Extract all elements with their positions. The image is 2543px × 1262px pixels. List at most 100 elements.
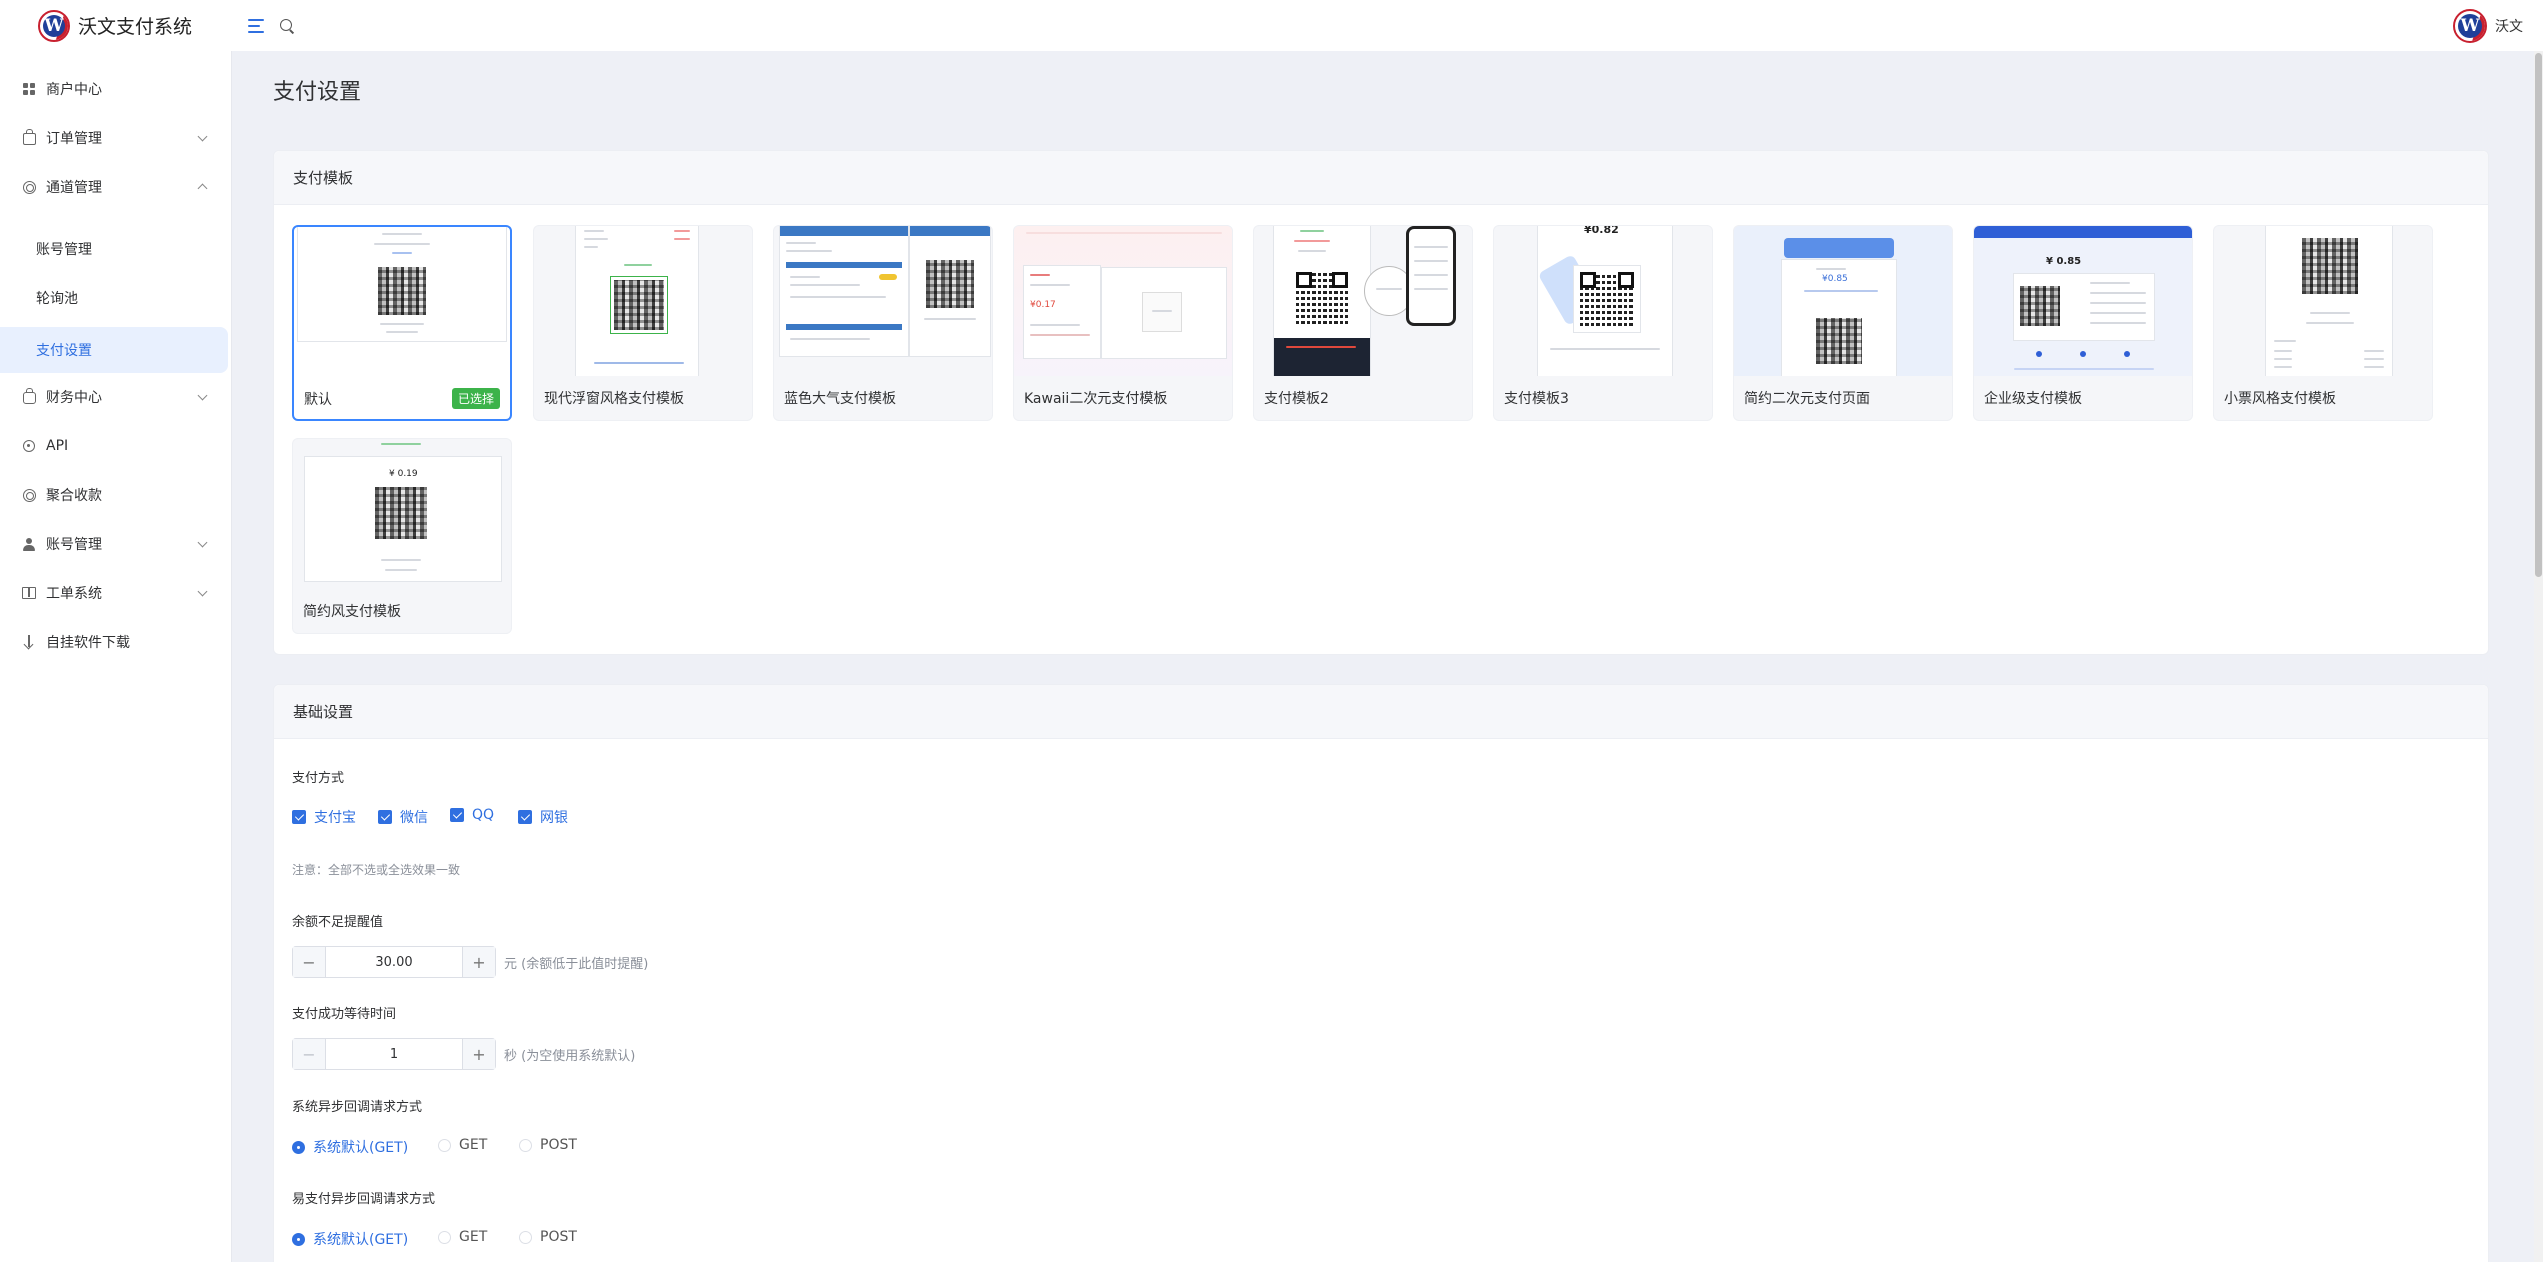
kawaii-amount: ¥0.17	[1030, 300, 1056, 310]
increment-button[interactable]: +	[462, 947, 495, 977]
anime-amount: ¥0.85	[1822, 274, 1848, 284]
epay-callback-label: 易支付异步回调请求方式	[292, 1192, 436, 1207]
sidebar-item-polling-pool[interactable]: 轮询池	[0, 278, 232, 318]
wait-time-stepper[interactable]: − 1 +	[292, 1038, 496, 1070]
sidebar-item-label: 自挂软件下载	[46, 635, 130, 651]
radio-epay-post[interactable]: POST	[519, 1229, 577, 1245]
radio-unselected-icon	[519, 1138, 532, 1152]
increment-button[interactable]: +	[462, 1039, 495, 1069]
sidebar-item-label: 轮询池	[36, 291, 78, 307]
wait-time-unit: 秒 (为空使用系统默认)	[504, 1049, 636, 1064]
checkbox-checked-icon	[292, 810, 306, 824]
sidebar-item-merchant-center[interactable]: 商户中心	[0, 69, 232, 109]
template-tile-default[interactable]: 默认 已选择	[292, 225, 512, 421]
sidebar-item-aggregate[interactable]: 聚合收款	[0, 475, 232, 515]
template-name: 简约风支付模板	[303, 604, 401, 620]
pay-method-note: 注意：全部不选或全选效果一致	[292, 863, 461, 877]
sys-callback-label: 系统异步回调请求方式	[292, 1100, 423, 1115]
sidebar-item-label: 通道管理	[46, 180, 102, 196]
template-name: 简约二次元支付页面	[1744, 391, 1870, 407]
radio-label: 系统默认(GET)	[313, 1232, 409, 1248]
radio-label: GET	[459, 1229, 488, 1245]
sidebar-item-label: 工单系统	[46, 586, 102, 602]
template-tile-modern-float[interactable]: 现代浮窗风格支付模板	[533, 225, 753, 421]
search-icon[interactable]	[280, 18, 294, 33]
basic-settings-title: 基础设置	[274, 685, 2488, 739]
template-tile-minimal[interactable]: ¥ 0.19 简约风支付模板	[292, 438, 512, 634]
selected-badge: 已选择	[451, 388, 500, 409]
template-tile-3[interactable]: ¥0.82 支付模板3	[1493, 225, 1713, 421]
sidebar-item-api[interactable]: API	[0, 426, 232, 466]
checkbox-qq[interactable]: QQ	[450, 807, 494, 823]
user-menu[interactable]: W 沃文	[2453, 0, 2523, 51]
sidebar-item-download[interactable]: 自挂软件下载	[0, 622, 232, 662]
chevron-down-icon	[197, 131, 208, 142]
book-icon	[22, 586, 36, 600]
template-thumbnail	[1254, 226, 1472, 376]
radio-sys-post[interactable]: POST	[519, 1137, 577, 1153]
chevron-down-icon	[197, 537, 208, 548]
templates-card-title: 支付模板	[274, 151, 2488, 205]
radio-unselected-icon	[519, 1230, 532, 1244]
radio-selected-icon	[292, 1140, 305, 1154]
avatar: W	[2453, 8, 2487, 43]
sidebar-item-account-management[interactable]: 账号管理	[0, 524, 232, 564]
sidebar-item-orders[interactable]: 订单管理	[0, 118, 232, 158]
channel-icon	[22, 180, 36, 194]
template-tile-2[interactable]: 支付模板2	[1253, 225, 1473, 421]
radio-selected-icon	[292, 1232, 305, 1246]
balance-alert-label: 余额不足提醒值	[292, 915, 384, 930]
sidebar-item-label: 账号管理	[36, 242, 92, 258]
sidebar-item-finance[interactable]: 财务中心	[0, 377, 232, 417]
template-tile-simple-anime[interactable]: ¥0.85 简约二次元支付页面	[1733, 225, 1953, 421]
menu-toggle-icon[interactable]	[248, 18, 264, 33]
brand[interactable]: W 沃文支付系统	[0, 9, 232, 42]
template-tile-blue[interactable]: 蓝色大气支付模板	[773, 225, 993, 421]
chevron-up-icon	[197, 183, 208, 194]
checkbox-checked-icon	[518, 810, 532, 824]
balance-alert-unit: 元 (余额低于此值时提醒)	[504, 957, 649, 972]
radio-sys-default-get[interactable]: 系统默认(GET)	[292, 1137, 408, 1157]
wait-time-value[interactable]: 1	[326, 1039, 462, 1069]
finance-icon	[22, 388, 36, 404]
checkbox-checked-icon	[450, 808, 464, 822]
checkbox-alipay[interactable]: 支付宝	[292, 807, 356, 827]
pay-method-label: 支付方式	[292, 771, 345, 786]
checkbox-label: QQ	[472, 807, 495, 823]
template-tile-receipt[interactable]: 小票风格支付模板	[2213, 225, 2433, 421]
sidebar-item-channels[interactable]: 通道管理	[0, 167, 232, 207]
logo-icon: W	[38, 9, 70, 42]
bag-icon	[22, 129, 36, 145]
radio-epay-default-get[interactable]: 系统默认(GET)	[292, 1229, 408, 1249]
sidebar-item-accounts[interactable]: 账号管理	[0, 229, 232, 269]
wait-time-label: 支付成功等待时间	[292, 1007, 397, 1022]
template-thumbnail: ¥ 0.19	[293, 439, 511, 589]
template-name: 现代浮窗风格支付模板	[544, 391, 684, 407]
checkbox-wechat[interactable]: 微信	[378, 807, 428, 827]
user-icon	[22, 537, 36, 551]
balance-alert-stepper[interactable]: − 30.00 +	[292, 946, 496, 978]
user-name: 沃文	[2495, 18, 2523, 35]
radio-epay-get[interactable]: GET	[438, 1229, 487, 1245]
template-thumbnail: ¥0.82	[1494, 226, 1712, 376]
scrollbar-thumb[interactable]	[2535, 53, 2542, 577]
checkbox-bank[interactable]: 网银	[518, 807, 568, 827]
page-scrollbar[interactable]	[2534, 51, 2543, 1262]
template-tile-enterprise[interactable]: ¥ 0.85 企业级支付模板	[1973, 225, 2193, 421]
grid-icon	[22, 82, 36, 96]
template-tile-kawaii[interactable]: ¥0.17 Kawaii二次元支付模板	[1013, 225, 1233, 421]
radio-label: POST	[540, 1137, 577, 1153]
template3-amount: ¥0.82	[1584, 226, 1619, 236]
checkbox-checked-icon	[378, 810, 392, 824]
sidebar-item-payment-settings[interactable]: 支付设置	[0, 327, 228, 373]
sidebar-item-label: 商户中心	[46, 82, 102, 98]
template-name: 支付模板2	[1264, 391, 1329, 407]
page-title: 支付设置	[273, 80, 362, 105]
decrement-button[interactable]: −	[293, 1039, 326, 1069]
radio-sys-get[interactable]: GET	[438, 1137, 487, 1153]
sidebar-item-tickets[interactable]: 工单系统	[0, 573, 232, 613]
top-header: W 沃文支付系统 W 沃文	[0, 0, 2543, 51]
basic-settings-card: 基础设置	[273, 684, 2489, 1262]
decrement-button[interactable]: −	[293, 947, 326, 977]
balance-alert-value[interactable]: 30.00	[326, 947, 462, 977]
